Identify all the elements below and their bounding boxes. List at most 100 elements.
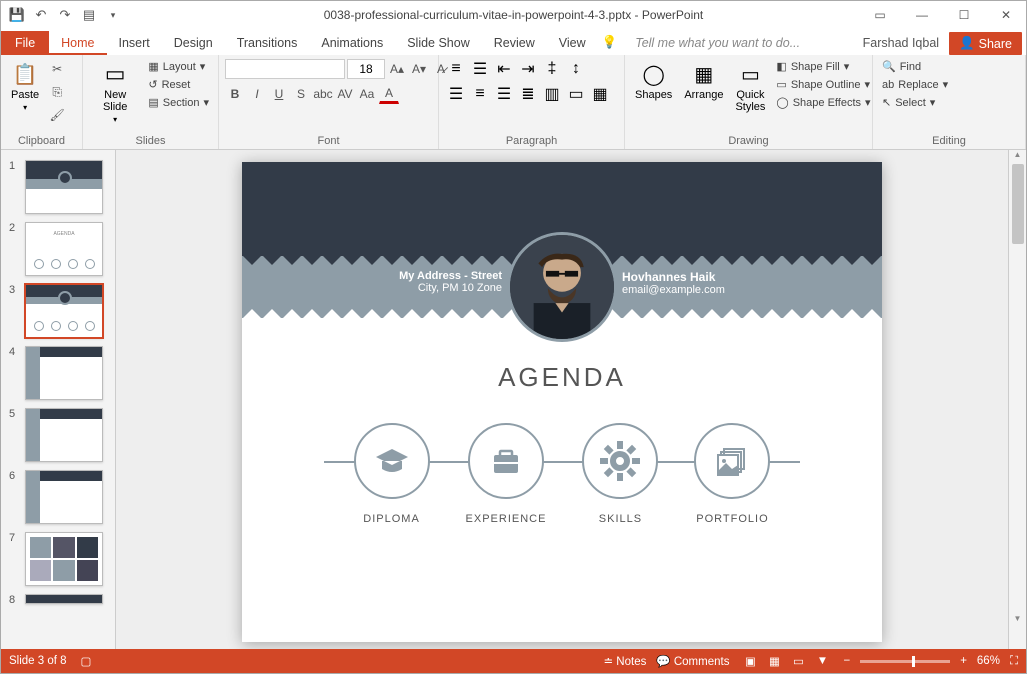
align-text-icon[interactable]: ▭ <box>565 84 587 104</box>
agenda-item-portfolio[interactable]: PORTFOLIO <box>694 423 770 525</box>
shadow-icon[interactable]: abc <box>313 84 333 104</box>
cut-icon[interactable]: ✂ <box>47 59 67 79</box>
normal-view-icon[interactable]: ▣ <box>739 652 761 670</box>
fit-window-icon[interactable]: ⛶ <box>1010 655 1018 668</box>
slide-thumb-2[interactable]: AGENDA <box>25 222 103 276</box>
align-right-icon[interactable]: ☰ <box>493 84 515 104</box>
maximize-icon[interactable]: ☐ <box>944 4 984 26</box>
line-spacing-icon[interactable]: ‡ <box>541 59 563 79</box>
format-painter-icon[interactable]: 🖌 <box>47 105 67 125</box>
transitions-tab[interactable]: Transitions <box>225 31 310 55</box>
sorter-view-icon[interactable]: ▦ <box>763 652 785 670</box>
ribbon-options-icon[interactable]: ▭ <box>860 4 900 26</box>
shape-effects-button[interactable]: ◯Shape Effects ▾ <box>773 95 873 110</box>
view-tab[interactable]: View <box>547 31 598 55</box>
text-direction-icon[interactable]: ↕ <box>565 59 587 79</box>
file-tab[interactable]: File <box>1 31 49 55</box>
design-tab[interactable]: Design <box>162 31 225 55</box>
zoom-level[interactable]: 66% <box>977 655 1000 667</box>
tell-me-input[interactable]: Tell me what you want to do... <box>627 31 852 55</box>
smartart-icon[interactable]: ▦ <box>589 84 611 104</box>
shape-fill-button[interactable]: ◧Shape Fill ▾ <box>773 59 873 74</box>
avatar[interactable] <box>507 232 617 342</box>
slide-thumb-7[interactable] <box>25 532 103 586</box>
reset-button[interactable]: ↺Reset <box>145 77 212 92</box>
user-name[interactable]: Farshad Iqbal <box>853 31 949 55</box>
numbering-icon[interactable]: ☰ <box>469 59 491 79</box>
comments-button[interactable]: 💬 Comments <box>656 654 729 668</box>
zoom-slider[interactable] <box>860 660 950 663</box>
bold-icon[interactable]: B <box>225 84 245 104</box>
decrease-indent-icon[interactable]: ⇤ <box>493 59 515 79</box>
increase-indent-icon[interactable]: ⇥ <box>517 59 539 79</box>
insert-tab[interactable]: Insert <box>107 31 162 55</box>
section-button[interactable]: ▤Section ▾ <box>145 95 212 110</box>
scroll-down-icon[interactable]: ▼ <box>1009 614 1026 623</box>
slide-canvas[interactable]: My Address - Street City, PM 10 Zone Hov… <box>116 150 1008 649</box>
change-case-icon[interactable]: Aa <box>357 84 377 104</box>
new-slide-button[interactable]: ▭ New Slide ▾ <box>89 59 141 126</box>
font-color-icon[interactable]: A <box>379 84 399 104</box>
arrange-button[interactable]: ▦ Arrange <box>680 59 727 103</box>
agenda-item-skills[interactable]: SKILLS <box>582 423 658 525</box>
select-button[interactable]: ↖Select ▾ <box>879 95 951 110</box>
strike-icon[interactable]: S <box>291 84 311 104</box>
align-left-icon[interactable]: ☰ <box>445 84 467 104</box>
vertical-scrollbar[interactable]: ▲ ▼ <box>1008 150 1026 649</box>
slide-thumb-5[interactable] <box>25 408 103 462</box>
share-button[interactable]: 👤 Share <box>949 32 1022 55</box>
slide-thumb-6[interactable] <box>25 470 103 524</box>
layout-button[interactable]: ▦Layout ▾ <box>145 59 212 74</box>
align-center-icon[interactable]: ≡ <box>469 84 491 104</box>
slide-thumb-8[interactable] <box>25 594 103 604</box>
agenda-item-experience[interactable]: EXPERIENCE <box>466 423 547 525</box>
scroll-thumb[interactable] <box>1012 164 1024 244</box>
name-block[interactable]: Hovhannes Haik email@example.com <box>622 270 725 296</box>
close-icon[interactable]: ✕ <box>986 4 1026 26</box>
slide-thumb-3[interactable] <box>25 284 103 338</box>
new-slide-dropdown-icon[interactable]: ▾ <box>113 115 117 124</box>
bullets-icon[interactable]: ≡ <box>445 59 467 79</box>
shapes-button[interactable]: ◯ Shapes <box>631 59 676 103</box>
quick-styles-button[interactable]: ▭ Quick Styles <box>731 59 769 115</box>
agenda-item-diploma[interactable]: DIPLOMA <box>354 423 430 525</box>
slide-counter[interactable]: Slide 3 of 8 <box>9 655 67 667</box>
italic-icon[interactable]: I <box>247 84 267 104</box>
font-size-input[interactable]: 18 <box>347 59 385 79</box>
notes-button[interactable]: ≐ Notes <box>603 654 646 668</box>
zoom-out-icon[interactable]: − <box>843 655 850 667</box>
save-icon[interactable]: 💾 <box>9 7 25 23</box>
shape-outline-button[interactable]: ▭Shape Outline ▾ <box>773 77 873 92</box>
slide-thumb-1[interactable] <box>25 160 103 214</box>
redo-icon[interactable]: ↷ <box>57 7 73 23</box>
start-from-beginning-icon[interactable]: ▤ <box>81 7 97 23</box>
scroll-up-icon[interactable]: ▲ <box>1009 150 1026 159</box>
find-button[interactable]: 🔍Find <box>879 59 951 74</box>
justify-icon[interactable]: ≣ <box>517 84 539 104</box>
slide-thumbnails[interactable]: 1 2AGENDA 3 4 5 6 7 8 <box>1 150 116 649</box>
agenda-title[interactable]: AGENDA <box>242 362 882 393</box>
minimize-icon[interactable]: — <box>902 4 942 26</box>
animations-tab[interactable]: Animations <box>309 31 395 55</box>
undo-icon[interactable]: ↶ <box>33 7 49 23</box>
increase-font-icon[interactable]: A▴ <box>387 59 407 79</box>
replace-button[interactable]: abReplace ▾ <box>879 77 951 92</box>
decrease-font-icon[interactable]: A▾ <box>409 59 429 79</box>
review-tab[interactable]: Review <box>482 31 547 55</box>
font-name-input[interactable] <box>225 59 345 79</box>
spellcheck-icon[interactable]: ▢ <box>81 654 92 668</box>
slideshow-view-icon[interactable]: ▼ <box>811 652 833 670</box>
reading-view-icon[interactable]: ▭ <box>787 652 809 670</box>
address-block[interactable]: My Address - Street City, PM 10 Zone <box>399 270 502 294</box>
qat-dropdown-icon[interactable]: ▾ <box>105 7 121 23</box>
home-tab[interactable]: Home <box>49 31 106 55</box>
paste-dropdown-icon[interactable]: ▾ <box>23 103 27 112</box>
zoom-in-icon[interactable]: + <box>960 655 967 667</box>
slideshow-tab[interactable]: Slide Show <box>395 31 482 55</box>
columns-icon[interactable]: ▥ <box>541 84 563 104</box>
copy-icon[interactable]: ⎘ <box>47 82 67 102</box>
slide-thumb-4[interactable] <box>25 346 103 400</box>
underline-icon[interactable]: U <box>269 84 289 104</box>
paste-button[interactable]: 📋 Paste ▾ <box>7 59 43 114</box>
spacing-icon[interactable]: AV <box>335 84 355 104</box>
